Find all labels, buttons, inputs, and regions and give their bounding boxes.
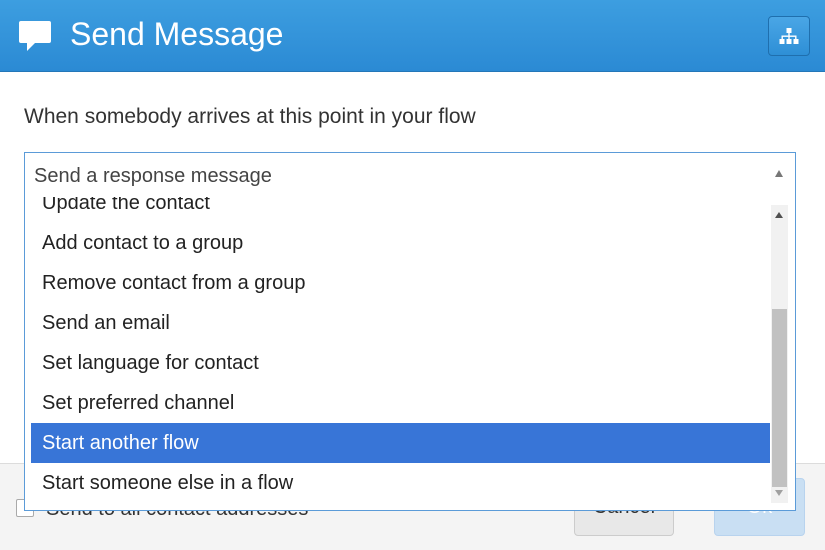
- scroll-down-icon[interactable]: [775, 490, 783, 496]
- option-start-someone-else[interactable]: Start someone else in a flow: [31, 463, 770, 503]
- modal-header: Send Message: [0, 0, 825, 72]
- flow-prompt-text: When somebody arrives at this point in y…: [24, 105, 476, 128]
- option-start-flow[interactable]: Start another flow: [31, 423, 770, 463]
- option-set-language[interactable]: Set language for contact: [31, 343, 770, 383]
- sitemap-icon: [779, 28, 799, 44]
- option-update-contact[interactable]: Update the contact: [31, 197, 770, 223]
- flow-view-button[interactable]: [768, 16, 810, 56]
- dropdown-options: Update the contact Add contact to a grou…: [31, 197, 770, 510]
- action-select[interactable]: Send a response message: [24, 152, 796, 198]
- option-set-channel[interactable]: Set preferred channel: [31, 383, 770, 423]
- chevron-up-icon: [775, 170, 783, 177]
- speech-bubble-icon: [19, 21, 51, 51]
- option-add-to-group[interactable]: Add contact to a group: [31, 223, 770, 263]
- action-select-value: Send a response message: [34, 165, 272, 187]
- option-remove-from-group[interactable]: Remove contact from a group: [31, 263, 770, 303]
- option-send-email[interactable]: Send an email: [31, 303, 770, 343]
- scroll-thumb[interactable]: [772, 309, 787, 487]
- action-dropdown-list[interactable]: Update the contact Add contact to a grou…: [24, 197, 796, 511]
- dropdown-scrollbar[interactable]: [771, 205, 788, 503]
- modal-title: Send Message: [70, 16, 284, 52]
- scroll-up-icon[interactable]: [775, 212, 783, 218]
